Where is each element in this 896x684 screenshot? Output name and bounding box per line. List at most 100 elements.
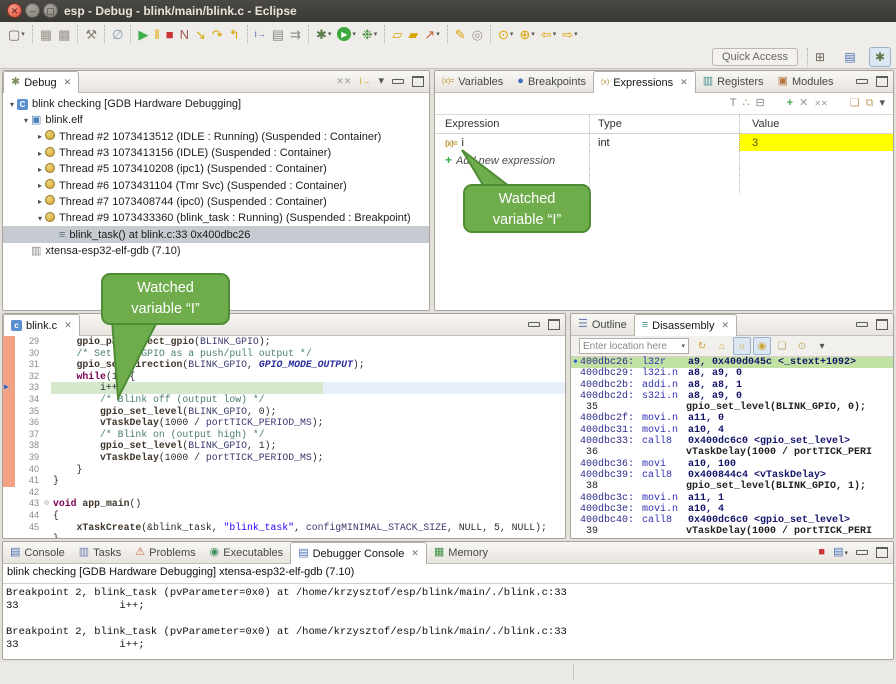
maximize-view-button[interactable] <box>876 76 888 87</box>
add-expression-row[interactable]: +Add new expression <box>435 151 893 168</box>
tab-breakpoints[interactable]: ●Breakpoints <box>510 71 593 92</box>
open-element-button[interactable]: ▱ <box>389 24 405 44</box>
disassembly-row[interactable]: 39vTaskDelay(1000 / portTICK_PERI <box>571 526 893 537</box>
location-input[interactable]: Enter location here ▾ <box>579 338 689 354</box>
disassembly-row[interactable]: 400dbc31:movi.na10, 4 <box>571 425 893 436</box>
maximize-view-button[interactable] <box>876 547 888 558</box>
remove-all-expressions-button[interactable]: ✕✕ <box>814 100 827 108</box>
save-button[interactable]: ▦ <box>37 24 55 44</box>
terminate-console-button[interactable]: ■ <box>818 547 825 558</box>
sync-button[interactable]: ↻ <box>693 337 711 355</box>
editor-marker-bar[interactable] <box>3 452 15 464</box>
disassembly-row[interactable]: 400dbc2b:addi.na8, a8, 1 <box>571 380 893 391</box>
tree-expanded-icon[interactable]: ▾ <box>7 100 17 109</box>
tab-modules[interactable]: ▣Modules <box>771 71 841 92</box>
debug-tree-row[interactable]: ▸Thread #3 1073413156 (IDLE) (Suspended … <box>3 145 429 161</box>
back-button[interactable]: ⇦▾ <box>538 24 559 44</box>
open-resource-button[interactable]: ▰ <box>405 24 421 44</box>
column-type[interactable]: Type <box>589 115 739 133</box>
disassembly-row[interactable]: 400dbc2d:s32i.na8, a9, 0 <box>571 391 893 402</box>
disassembly-row[interactable]: 38gpio_set_level(BLINK_GPIO, 1); <box>571 481 893 492</box>
fold-collapse-icon[interactable]: ⊖ <box>42 498 51 510</box>
editor-marker-bar[interactable] <box>3 371 15 383</box>
window-minimize-button[interactable]: – <box>25 3 40 18</box>
tab-variables[interactable]: (x)=Variables <box>435 71 510 92</box>
new-expressions-view-button[interactable]: ❏ <box>850 98 860 109</box>
instruction-stepping-button[interactable]: i→ <box>252 24 269 44</box>
column-expression[interactable]: Expression <box>435 118 589 130</box>
editor-marker-bar[interactable] <box>3 487 15 499</box>
terminate-button[interactable]: ■ <box>163 24 177 44</box>
tab-problems[interactable]: ⚠Problems <box>128 542 202 563</box>
location-dropdown-icon[interactable]: ▾ <box>681 342 685 350</box>
back-dropdown-icon[interactable]: ▾ <box>553 30 557 38</box>
tab-expressions[interactable]: (x)Expressions✕ <box>593 71 696 93</box>
tree-expanded-icon[interactable]: ▾ <box>21 116 31 125</box>
debug-tree-row[interactable]: ▾▣blink.elf <box>3 112 429 128</box>
tab-close-icon[interactable]: ✕ <box>411 548 419 559</box>
editor-marker-bar[interactable] <box>3 417 15 429</box>
new-button[interactable]: ▢▾ <box>5 24 28 44</box>
add-expression-button[interactable]: + <box>787 98 793 109</box>
debug-tree-row[interactable]: ▸Thread #2 1073413512 (IDLE : Running) (… <box>3 129 429 145</box>
editor-marker-bar[interactable] <box>3 464 15 476</box>
minimize-view-button[interactable] <box>528 322 540 327</box>
code-editor[interactable]: 29 gpio_pad_select_gpio(BLINK_GPIO);30 /… <box>3 336 565 539</box>
tab-disassembly[interactable]: ≡Disassembly✕ <box>634 314 737 336</box>
debug-dropdown-icon[interactable]: ▾ <box>374 30 378 38</box>
step-return-button[interactable]: ↰ <box>226 24 243 44</box>
build-button[interactable]: ⚒ <box>82 24 100 44</box>
editor-marker-bar[interactable] <box>3 359 15 371</box>
use-step-filters-button[interactable]: ⇉ <box>287 24 304 44</box>
tab-blink-c[interactable]: cblink.c✕ <box>3 314 80 336</box>
show-view-log-button[interactable]: ▤ <box>269 24 287 44</box>
debug-tree-row[interactable]: ▸Thread #5 1073410208 (ipc1) (Suspended … <box>3 161 429 177</box>
editor-marker-bar[interactable] <box>3 336 15 348</box>
tab-close-icon[interactable]: ✕ <box>722 320 730 331</box>
tab-executables[interactable]: ◉Executables <box>203 542 291 563</box>
debug-tree-row[interactable]: ▸Thread #7 1073408744 (ipc0) (Suspended … <box>3 194 429 210</box>
launch-button[interactable]: ↗▾ <box>421 24 442 44</box>
show-type-names-button[interactable]: T <box>730 98 737 109</box>
debug-tree-row[interactable]: ▥xtensa-esp32-elf-gdb (7.10) <box>3 243 429 259</box>
tab-outline[interactable]: ☰Outline <box>571 314 634 335</box>
open-perspective-button[interactable]: ⊞ <box>809 47 831 67</box>
editor-marker-bar[interactable] <box>3 348 15 360</box>
pin-view-button[interactable]: ⊙ <box>793 337 811 355</box>
tree-collapsed-icon[interactable]: ▸ <box>35 149 45 158</box>
tree-collapsed-icon[interactable]: ▸ <box>35 181 45 190</box>
view-menu-button[interactable]: ▾ <box>879 98 885 109</box>
expression-row[interactable]: (x)=iint3 <box>435 134 893 151</box>
window-maximize-button[interactable]: ▢ <box>43 3 58 18</box>
stepping-mode-dropdown-icon[interactable]: ▾ <box>328 30 332 38</box>
layout-view-button[interactable]: ⧉ <box>866 98 874 109</box>
maximize-view-button[interactable] <box>548 319 560 330</box>
home-button[interactable]: ⌂ <box>713 337 731 355</box>
link-with-editor-dropdown-icon[interactable]: ▾ <box>531 30 535 38</box>
instruction-stepping-mode-button[interactable]: i→ <box>359 77 370 86</box>
highlight-button[interactable]: ✎ <box>452 24 469 44</box>
editor-marker-bar[interactable] <box>3 440 15 452</box>
editor-marker-bar[interactable] <box>3 533 15 539</box>
debug-tree-row[interactable]: ▾Cblink checking [GDB Hardware Debugging… <box>3 96 429 112</box>
disassembly-row[interactable]: 400dbc2f:movi.na11, 0 <box>571 413 893 424</box>
disassembly-row[interactable]: 400dbc29:l32i.na8, a9, 0 <box>571 368 893 379</box>
quick-access-button[interactable]: Quick Access <box>712 48 798 66</box>
maximize-view-button[interactable] <box>412 76 424 87</box>
show-logical-structure-button[interactable]: ∴ <box>742 98 749 109</box>
view-menu-button[interactable]: ▾ <box>813 337 831 355</box>
launch-dropdown-icon[interactable]: ▾ <box>436 30 440 38</box>
tab-memory[interactable]: ▦Memory <box>427 542 495 563</box>
editor-marker-bar[interactable] <box>3 498 15 510</box>
debug-tree-row[interactable]: ▾Thread #9 1073433360 (blink_task : Runn… <box>3 210 429 226</box>
perspective-cpp-button[interactable]: ▤ <box>839 47 861 67</box>
minimize-view-button[interactable] <box>856 322 868 327</box>
follow-pc-button[interactable]: ◉ <box>753 337 771 355</box>
display-selected-console-dropdown-icon[interactable]: ▾ <box>844 550 848 557</box>
disassembly-row[interactable]: ◆400dbc26:l32ra9, 0x400d045c <_stext+109… <box>571 357 893 368</box>
maximize-view-button[interactable] <box>876 319 888 330</box>
tab-close-icon[interactable]: ✕ <box>64 320 72 331</box>
tab-registers[interactable]: ▥Registers <box>696 71 771 92</box>
disassembly-row[interactable]: 400dbc36:movia10, 100 <box>571 459 893 470</box>
link-with-editor-button[interactable]: ⊕▾ <box>516 24 537 44</box>
